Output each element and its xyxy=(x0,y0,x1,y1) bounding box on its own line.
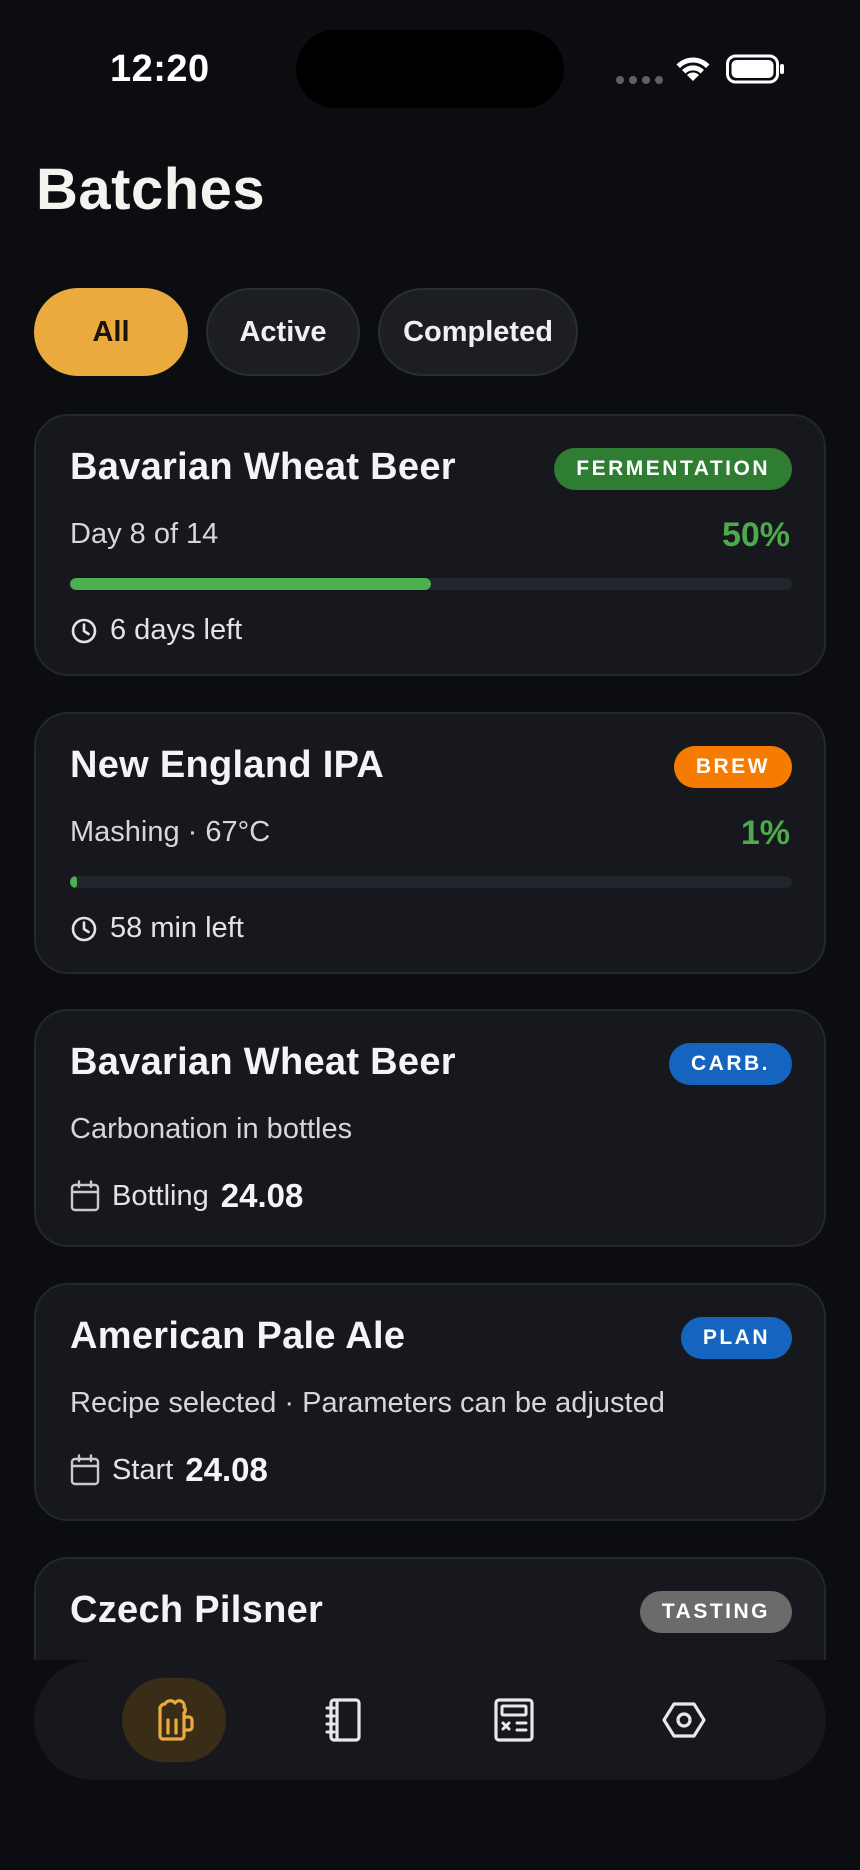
batch-subtitle: Carbonation in bottles xyxy=(70,1113,353,1145)
batch-card[interactable]: Bavarian Wheat Beer CARB. Carbonation in… xyxy=(34,1009,826,1247)
recipe-book-icon xyxy=(325,1698,361,1742)
calendar-icon xyxy=(70,1454,100,1486)
filter-chip-label: Completed xyxy=(403,315,553,348)
clock-icon xyxy=(71,916,97,941)
batch-date: Bottling 24.08 xyxy=(70,1177,303,1215)
progress-fill xyxy=(70,876,78,888)
date-value: 24.08 xyxy=(220,1177,304,1214)
batch-card[interactable]: New England IPA BREW Mashing · 67°C 1% 5… xyxy=(34,712,826,974)
progress-percent: 50% xyxy=(721,516,790,554)
time-remaining-text: 6 days left xyxy=(110,614,243,646)
stage-badge: CARB. xyxy=(669,1043,792,1085)
filter-chip-label: All xyxy=(92,315,130,348)
calculator-icon xyxy=(494,1698,534,1742)
progress-percent: 1% xyxy=(740,814,790,852)
progress-fill xyxy=(70,578,431,590)
batch-name: New England IPA xyxy=(70,744,385,786)
batch-name: Bavarian Wheat Beer xyxy=(70,1041,456,1083)
dynamic-island xyxy=(296,30,564,108)
time-remaining: 6 days left xyxy=(70,614,242,647)
filter-chip-all[interactable]: All xyxy=(34,288,188,376)
batch-name: American Pale Ale xyxy=(70,1315,406,1357)
time-remaining-text: 58 min left xyxy=(110,912,244,944)
tab-calculator[interactable] xyxy=(462,1678,566,1762)
time-remaining: 58 min left xyxy=(70,912,244,945)
progress-bar xyxy=(70,578,792,590)
battery-icon xyxy=(726,54,784,84)
batch-card[interactable]: American Pale Ale PLAN Recipe selected ·… xyxy=(34,1283,826,1521)
filter-chip-active[interactable]: Active xyxy=(206,288,360,376)
batch-name: Bavarian Wheat Beer xyxy=(70,446,456,488)
filter-chips: All Active Completed xyxy=(34,288,578,376)
calendar-icon xyxy=(70,1180,100,1212)
tab-bar xyxy=(34,1660,826,1780)
batch-name: Czech Pilsner xyxy=(70,1589,324,1631)
stage-badge: BREW xyxy=(673,746,792,788)
batch-card[interactable]: Bavarian Wheat Beer FERMENTATION Day 8 o… xyxy=(34,414,826,676)
page-title: Batches xyxy=(36,157,266,222)
tab-batches[interactable] xyxy=(122,1678,226,1762)
batch-subtitle: Recipe selected · Parameters can be adju… xyxy=(70,1387,665,1419)
date-label: Bottling xyxy=(112,1179,209,1212)
filter-chip-label: Active xyxy=(239,315,327,348)
batch-subtitle: Mashing · 67°C xyxy=(70,816,271,848)
date-value: 24.08 xyxy=(185,1451,268,1488)
progress-bar xyxy=(70,876,792,888)
filter-chip-completed[interactable]: Completed xyxy=(378,288,578,376)
stage-badge: TASTING xyxy=(639,1591,792,1633)
beer-mug-icon xyxy=(158,1699,194,1741)
stage-badge: PLAN xyxy=(680,1317,792,1359)
signal-icon xyxy=(616,76,663,84)
clock-icon xyxy=(71,618,97,643)
status-bar: 12:20 xyxy=(0,0,860,140)
batch-date: Start 24.08 xyxy=(70,1451,268,1489)
date-label: Start xyxy=(112,1453,174,1486)
stage-badge: FERMENTATION xyxy=(554,448,792,490)
tab-recipes[interactable] xyxy=(292,1678,396,1762)
status-time: 12:20 xyxy=(110,48,210,90)
tab-settings[interactable] xyxy=(632,1678,736,1762)
settings-hex-icon xyxy=(662,1702,706,1738)
wifi-icon xyxy=(676,57,710,81)
batch-subtitle: Day 8 of 14 xyxy=(70,518,219,550)
